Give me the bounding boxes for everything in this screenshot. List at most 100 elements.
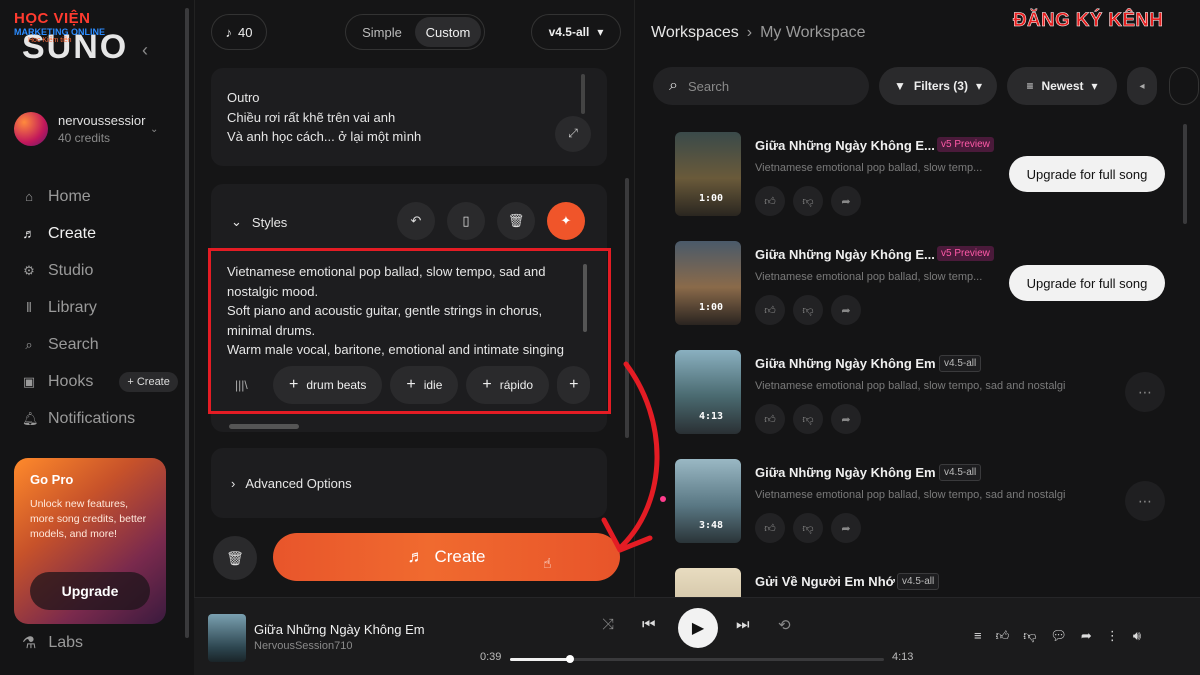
version-badge: v5 Preview [937,246,994,261]
upgrade-button[interactable]: Upgrade [30,572,150,610]
song-description: Vietnamese emotional pop ballad, slow te… [755,489,1065,501]
list-item[interactable]: Gửi Về Người Em Nhớ v4.5-all [675,568,1175,597]
more-options-icon[interactable]: ⋯ [1125,481,1165,521]
list-item[interactable]: 3:48 Giữa Những Ngày Không Em v4.5-all V… [675,459,1175,549]
workspace-scrollbar[interactable] [1183,124,1187,224]
prev-page-icon[interactable]: ◂ [1127,67,1157,105]
previous-icon[interactable]: ⏮︎ [642,616,656,633]
chevron-right-icon: › [746,24,753,41]
chips-scrollbar[interactable] [229,424,299,429]
volume-icon[interactable]: 🔊︎ [1133,628,1141,644]
undo-icon[interactable]: ↶ [397,202,435,240]
create-button[interactable]: ♬ Create ☝ [273,533,620,581]
like-icon[interactable]: 👍︎ [755,513,785,543]
lyrics-line: Outro [227,90,260,105]
collapse-sidebar-icon[interactable]: ‹ [142,40,148,61]
song-title[interactable]: Gửi Về Người Em Nhớ [755,574,895,589]
user-menu[interactable]: nervoussessior 40 credits [14,112,145,146]
player-thumbnail[interactable] [208,614,246,662]
sidebar-item-studio[interactable]: ⚙ Studio [22,252,178,289]
dislike-icon[interactable]: 👎︎ [793,404,823,434]
progress-knob[interactable] [565,655,574,663]
styles-toggle[interactable]: ⌄ Styles [231,214,287,230]
sidebar-item-hooks[interactable]: ▣ Hooks + Create [22,363,178,400]
song-thumbnail[interactable]: 1:00 [675,132,741,216]
mode-custom-tab[interactable]: Custom [415,17,481,47]
breadcrumb-workspaces[interactable]: Workspaces [651,24,739,42]
upgrade-full-song-button[interactable]: Upgrade for full song [1009,156,1165,192]
song-title[interactable]: Giữa Những Ngày Không Em [755,465,936,480]
sidebar-scrollbar[interactable] [185,8,189,638]
more-options-icon[interactable]: ⋯ [1125,372,1165,412]
filters-button[interactable]: ▼ Filters (3) ▾ [879,67,997,105]
more-icon[interactable]: ⋮ [1106,628,1119,644]
credit-count-pill[interactable]: ♪ 40 [211,14,267,50]
home-icon: ⌂ [25,189,33,204]
song-title[interactable]: Giữa Những Ngày Không Em [755,356,936,371]
player-title[interactable]: Giữa Những Ngày Không Em [254,622,425,637]
copy-icon[interactable]: ▯ [447,202,485,240]
sidebar-item-labs[interactable]: ⚗ Labs [22,633,83,653]
caret-down-icon: ▾ [975,79,982,93]
song-title[interactable]: Giữa Những Ngày Không E... [755,138,935,153]
play-button[interactable]: ▶ [678,608,718,648]
share-icon[interactable]: ➦ [1081,628,1092,644]
list-item[interactable]: 4:13 Giữa Những Ngày Không Em v4.5-all V… [675,350,1175,440]
player-artist[interactable]: NervousSession710 [254,640,352,652]
song-thumbnail[interactable]: 1:00 [675,241,741,325]
comment-icon[interactable]: 💬︎ [1050,628,1067,644]
sidebar-item-search[interactable]: ⌕ Search [22,326,178,363]
sidebar-item-create[interactable]: ♬ Create [22,215,178,252]
repeat-icon[interactable]: ⟲ [778,616,791,634]
song-thumbnail[interactable] [675,568,741,597]
progress-slider[interactable] [510,655,884,663]
lyrics-line: Chiều rơi rất khẽ trên vai anh [227,109,396,125]
lyrics-box[interactable]: Outro Chiều rơi rất khẽ trên vai anh Và … [211,68,607,166]
next-page-icon[interactable] [1169,67,1199,105]
like-icon[interactable]: 👍︎ [755,295,785,325]
sidebar-item-library[interactable]: ⫴ Library [22,289,178,326]
music-note-icon: ♬ [22,226,36,241]
dislike-icon[interactable]: 👎︎ [793,186,823,216]
share-icon[interactable]: ➦ [831,513,861,543]
song-thumbnail[interactable]: 4:13 [675,350,741,434]
sort-button[interactable]: ≡ Newest ▾ [1007,67,1117,105]
trash-icon[interactable]: 🗑︎ [497,202,535,240]
search-icon: ⌕ [669,77,678,94]
share-icon[interactable]: ➦ [831,295,861,325]
chevron-down-icon[interactable]: ⌄ [150,124,158,135]
dislike-icon[interactable]: 👎︎ [793,513,823,543]
search-input[interactable]: ⌕ Search [653,67,869,105]
sidebar-item-notifications[interactable]: 🔔︎ Notifications [22,400,178,437]
dislike-icon[interactable]: 👎︎ [1023,628,1036,644]
shuffle-icon[interactable]: ⤨ [602,616,614,633]
share-icon[interactable]: ➦ [831,404,861,434]
song-thumbnail[interactable]: 3:48 [675,459,741,543]
share-icon[interactable]: ➦ [831,186,861,216]
upgrade-full-song-button[interactable]: Upgrade for full song [1009,265,1165,301]
expand-icon[interactable]: ⤢ [555,116,591,152]
subscribe-banner: ĐĂNG KÝ KÊNH [1013,10,1164,32]
list-item[interactable]: 1:00 Giữa Những Ngày Không E... v5 Previ… [675,241,1175,331]
advanced-options-toggle[interactable]: › Advanced Options [211,448,607,518]
like-icon[interactable]: 👍︎ [755,186,785,216]
mode-simple-tab[interactable]: Simple [349,17,415,47]
dislike-icon[interactable]: 👎︎ [793,295,823,325]
hooks-create-button[interactable]: + Create [119,371,178,392]
next-icon[interactable]: ⏭︎ [736,616,750,633]
like-icon[interactable]: 👍︎ [755,404,785,434]
sidebar-item-home[interactable]: ⌂ Home [22,178,178,215]
library-icon: ⫴ [26,299,32,315]
clear-trash-icon[interactable]: 🗑︎ [213,536,257,580]
lyrics-scrollbar[interactable] [581,74,585,114]
magic-wand-icon[interactable]: ✦ [547,202,585,240]
song-title[interactable]: Giữa Những Ngày Không E... [755,247,935,262]
avatar [14,112,48,146]
like-icon[interactable]: 👍︎ [996,628,1010,644]
music-note-icon: ♬ [407,547,425,566]
version-select[interactable]: v4.5-all ▾ [531,14,621,50]
music-note-icon: ♪ [225,24,233,40]
list-item[interactable]: 1:00 Giữa Những Ngày Không E... v5 Previ… [675,132,1175,222]
queue-icon[interactable]: ≡ [974,628,982,644]
sidebar: SUNO HỌC VIỆN MARKETING ONLINE Hoc Kiếm … [0,0,194,675]
